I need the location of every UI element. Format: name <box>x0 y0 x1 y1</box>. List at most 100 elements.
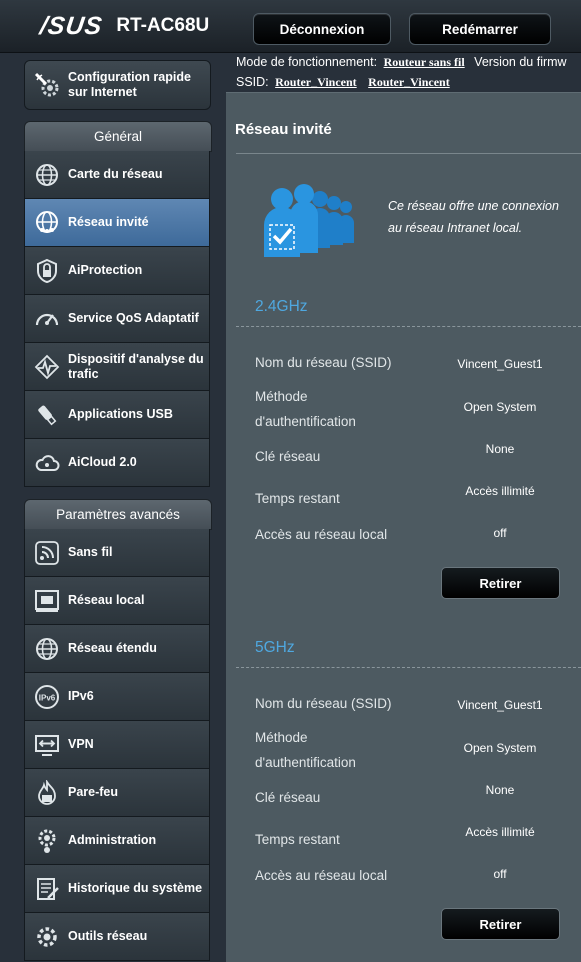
tools-gear-icon <box>33 923 61 951</box>
sidebar-item-wan[interactable]: Réseau étendu <box>24 625 210 673</box>
sidebar-item-usb-applications[interactable]: Applications USB <box>24 391 210 439</box>
sidebar-item-label: Réseau local <box>68 593 145 607</box>
router-model: RT-AC68U <box>116 15 210 36</box>
operation-mode-label: Mode de fonctionnement: <box>236 55 378 69</box>
intro-text: Ce réseau offre une connexion au réseau … <box>388 195 581 239</box>
guest-globe-icon <box>33 209 61 237</box>
ssid-value: Vincent_Guest1 <box>457 698 543 712</box>
title-divider <box>236 153 581 154</box>
network-key-label: Clé réseau <box>255 449 321 464</box>
sidebar-item-wireless[interactable]: Sans fil <box>24 529 210 577</box>
sidebar-item-label: Administration <box>68 833 157 847</box>
firmware-version-label: Version du firmw <box>474 55 567 69</box>
firewall-icon <box>33 779 61 807</box>
sidebar-item-label: Outils réseau <box>68 929 148 943</box>
auth-method-value: Open System <box>463 741 537 755</box>
sidebar-item-label: Réseau invité <box>68 215 149 229</box>
sidebar-item-label: Service QoS Adaptatif <box>68 311 199 325</box>
auth-method-value: Open System <box>463 400 537 414</box>
ipv6-icon: IPv6 <box>33 683 61 711</box>
auth-method-label: Méthode d'authentification <box>255 389 356 429</box>
operation-mode-link[interactable]: Routeur sans fil <box>384 55 465 69</box>
usb-icon <box>33 401 61 429</box>
sidebar-item-aiprotection[interactable]: AiProtection <box>24 247 210 295</box>
intro-line-2: au réseau Intranet local. <box>388 221 523 235</box>
sidebar-item-label: Applications USB <box>68 407 173 421</box>
sidebar-item-label: Pare-feu <box>68 785 119 799</box>
time-remaining-value: Accès illimité <box>465 484 535 498</box>
sidebar-item-label: Dispositif d'analyse du trafic <box>68 351 204 381</box>
reboot-button[interactable]: Redémarrer <box>409 13 551 45</box>
advanced-section-title: Paramètres avancés <box>24 499 212 530</box>
intro-line-1: Ce réseau offre une connexion <box>388 199 559 213</box>
wan-globe-icon <box>33 635 61 663</box>
cloud-icon <box>33 449 61 477</box>
sidebar-item-label: Carte du réseau <box>68 167 163 181</box>
remove-2g-guest-button[interactable]: Retirer <box>441 567 560 599</box>
network-key-value: None <box>485 783 515 797</box>
sidebar-item-label: Sans fil <box>68 545 113 559</box>
system-log-icon <box>33 875 61 903</box>
network-key-label: Clé réseau <box>255 790 321 805</box>
ssid-label: Nom du réseau (SSID) <box>255 696 392 711</box>
sidebar-item-network-tools[interactable]: Outils réseau <box>24 913 210 961</box>
sidebar-item-administration[interactable]: Administration <box>24 817 210 865</box>
band-5g-divider <box>236 667 581 668</box>
sidebar-item-lan[interactable]: Réseau local <box>24 577 210 625</box>
guest-users-icon <box>258 181 354 261</box>
intranet-access-label: Accès au réseau local <box>255 527 388 542</box>
sidebar-item-label: AiProtection <box>68 263 143 277</box>
advanced-menu: Sans fil Réseau local Réseau étendu IPv6… <box>24 529 210 961</box>
vpn-icon <box>33 731 61 759</box>
quick-internet-setup[interactable]: Configuration rapide sur Internet <box>24 60 211 110</box>
quick-setup-label: Configuration rapide sur Internet <box>68 70 191 99</box>
sidebar-item-ipv6[interactable]: IPv6 IPv6 <box>24 673 210 721</box>
band-2g-title: 2.4GHz <box>255 298 308 315</box>
time-remaining-label: Temps restant <box>255 491 340 506</box>
intranet-access-label: Accès au réseau local <box>255 868 388 883</box>
page-title: Réseau invité <box>235 121 332 138</box>
sidebar-item-adaptive-qos[interactable]: Service QoS Adaptatif <box>24 295 210 343</box>
band-5g-title: 5GHz <box>255 639 295 656</box>
remove-5g-guest-button[interactable]: Retirer <box>441 908 560 940</box>
shield-lock-icon <box>33 257 61 285</box>
sidebar-item-network-map[interactable]: Carte du réseau <box>24 151 210 199</box>
sidebar-item-label: Historique du système <box>68 881 203 895</box>
svg-text:IPv6: IPv6 <box>39 693 56 702</box>
asus-logo[interactable]: /SUS RT-AC68U <box>38 11 210 40</box>
ssid-value: Vincent_Guest1 <box>457 357 543 371</box>
sidebar-item-traffic-analyzer[interactable]: Dispositif d'analyse du trafic <box>24 343 210 391</box>
wireless-icon <box>33 539 61 567</box>
sidebar-item-vpn[interactable]: VPN <box>24 721 210 769</box>
ssid-link-1[interactable]: Router_Vincent <box>275 75 357 89</box>
auth-method-label: Méthode d'authentification <box>255 730 356 770</box>
ssid-label: Nom du réseau (SSID) <box>255 355 392 370</box>
logout-button[interactable]: Déconnexion <box>253 13 391 45</box>
main-panel: Réseau invité Ce réseau offre une connex… <box>226 92 581 962</box>
intranet-access-value: off <box>493 526 507 540</box>
globe-network-icon <box>33 161 61 189</box>
wand-gear-icon <box>33 70 61 100</box>
top-bar: /SUS RT-AC68U Déconnexion Redémarrer <box>0 0 581 53</box>
sidebar-item-label: IPv6 <box>68 689 94 703</box>
general-section-title: Général <box>24 121 212 152</box>
time-remaining-label: Temps restant <box>255 832 340 847</box>
band-2g-divider <box>236 326 581 327</box>
ssid-label: SSID: <box>236 75 269 89</box>
sidebar-item-aicloud[interactable]: AiCloud 2.0 <box>24 439 210 487</box>
gear-person-icon <box>33 827 61 855</box>
status-info: Mode de fonctionnement: Routeur sans fil… <box>236 54 581 94</box>
lan-icon <box>33 587 61 615</box>
sidebar-item-guest-network[interactable]: Réseau invité <box>24 199 210 247</box>
brand-name: /SUS <box>38 11 105 40</box>
traffic-analyzer-icon <box>33 353 61 381</box>
sidebar-item-firewall[interactable]: Pare-feu <box>24 769 210 817</box>
intranet-access-value: off <box>493 867 507 881</box>
time-remaining-value: Accès illimité <box>465 825 535 839</box>
speedometer-icon <box>33 305 61 333</box>
sidebar-item-system-log[interactable]: Historique du système <box>24 865 210 913</box>
sidebar-item-label: VPN <box>68 737 94 751</box>
general-menu: Carte du réseau Réseau invité AiProtecti… <box>24 151 210 487</box>
sidebar-item-label: Réseau étendu <box>68 641 157 655</box>
ssid-link-2[interactable]: Router_Vincent <box>368 75 450 89</box>
